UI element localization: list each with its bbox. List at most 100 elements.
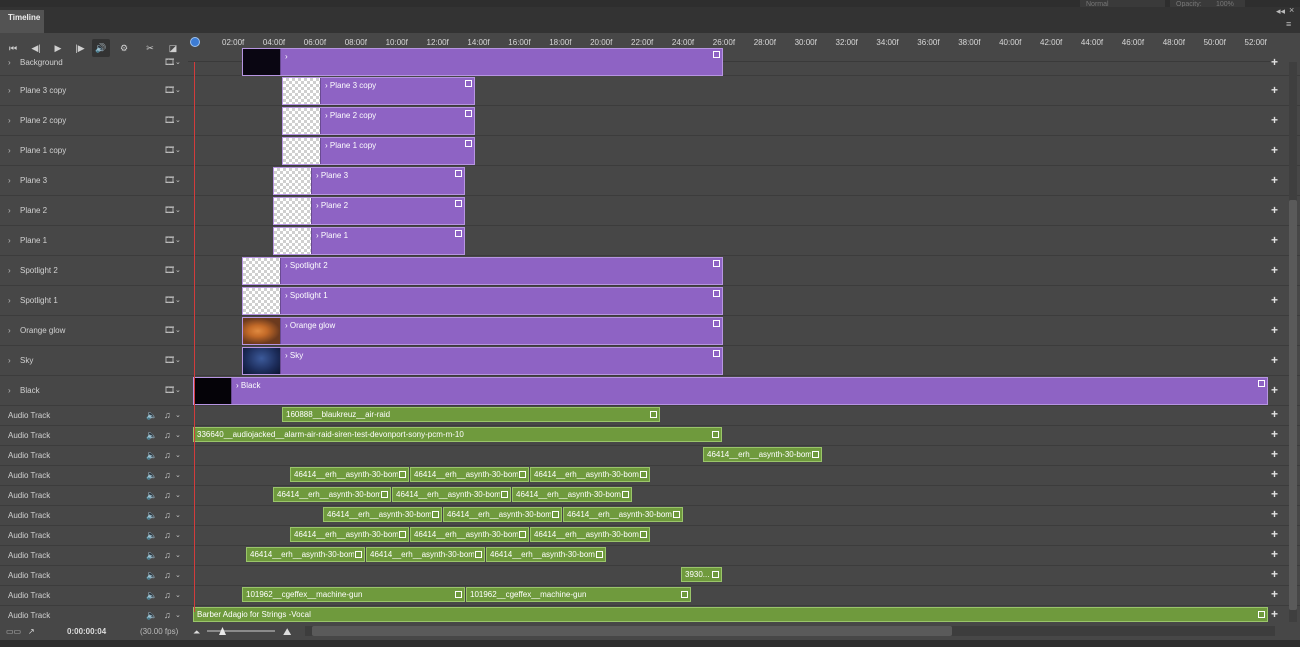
track-name[interactable]: Spotlight 1 — [20, 296, 58, 305]
chevron-down-icon[interactable]: ⌄ — [175, 58, 181, 66]
video-clip[interactable]: › Orange glow — [242, 317, 723, 345]
track-name[interactable]: Sky — [20, 356, 33, 365]
speaker-icon[interactable]: 🔈 — [146, 530, 157, 541]
add-audio-icon[interactable]: + — [1271, 447, 1278, 461]
film-strip-icon[interactable]: 🎞 — [164, 205, 175, 216]
film-strip-icon[interactable]: 🎞 — [164, 385, 175, 396]
chevron-down-icon[interactable]: ⌄ — [175, 206, 181, 214]
audio-clip[interactable]: 46414__erh__asynth-30-bomb — [486, 547, 606, 562]
audio-clip[interactable]: 3930... — [681, 567, 722, 582]
track-name[interactable]: Audio Track — [8, 411, 50, 420]
music-note-icon[interactable]: ♫ — [164, 610, 171, 620]
video-track-row[interactable]: › Plane 1 copy 🎞 ⌄ + — [0, 136, 1300, 166]
add-media-icon[interactable]: + — [1271, 83, 1278, 97]
clip-end-icon[interactable] — [713, 51, 720, 58]
chevron-down-icon[interactable]: ⌄ — [175, 326, 181, 334]
audio-clip[interactable]: 46414__erh__asynth-30-bomb — [366, 547, 485, 562]
expand-chevron-icon[interactable]: › — [8, 386, 11, 395]
video-track-row[interactable]: › Plane 3 🎞 ⌄ + — [0, 166, 1300, 196]
audio-track-row[interactable]: Audio Track 🔈 ♫ ⌄ + — [0, 446, 1300, 466]
audio-clip[interactable]: 46414__erh__asynth-30-bomb — [512, 487, 632, 502]
track-name[interactable]: Plane 3 — [20, 176, 47, 185]
vertical-scroll-thumb[interactable] — [1289, 200, 1297, 610]
chevron-down-icon[interactable]: ⌄ — [175, 296, 181, 304]
audio-track-row[interactable]: Audio Track 🔈 ♫ ⌄ + — [0, 566, 1300, 586]
blend-mode-tab[interactable]: Normal — [1080, 0, 1165, 8]
clip-end-icon[interactable] — [640, 531, 647, 538]
music-note-icon[interactable]: ♫ — [164, 570, 171, 580]
audio-clip[interactable]: 46414__erh__asynth-30-bomb — [246, 547, 365, 562]
play-icon[interactable]: ▶ — [49, 39, 67, 57]
chevron-down-icon[interactable]: ⌄ — [175, 176, 181, 184]
speaker-icon[interactable]: 🔈 — [146, 570, 157, 581]
audio-clip[interactable]: 336640__audiojacked__alarm-air-raid-sire… — [193, 427, 722, 442]
export-icon[interactable]: ↗ — [28, 627, 35, 636]
video-clip[interactable]: › Sky — [242, 347, 723, 375]
timeline-tab[interactable]: Timeline — [0, 10, 44, 33]
speaker-icon[interactable]: 🔈 — [146, 430, 157, 441]
music-note-icon[interactable]: ♫ — [164, 430, 171, 440]
music-note-icon[interactable]: ♫ — [164, 410, 171, 420]
add-media-icon[interactable]: + — [1271, 383, 1278, 397]
track-name[interactable]: Audio Track — [8, 611, 50, 620]
clip-end-icon[interactable] — [640, 471, 647, 478]
expand-chevron-icon[interactable]: › — [8, 326, 11, 335]
chevron-down-icon[interactable]: ⌄ — [175, 411, 181, 419]
speaker-icon[interactable]: 🔈 — [146, 550, 157, 561]
music-note-icon[interactable]: ♫ — [164, 590, 171, 600]
video-track-row[interactable]: › Plane 2 copy 🎞 ⌄ + — [0, 106, 1300, 136]
track-name[interactable]: Audio Track — [8, 491, 50, 500]
chevron-down-icon[interactable]: ⌄ — [175, 431, 181, 439]
track-name[interactable]: Spotlight 2 — [20, 266, 58, 275]
track-name[interactable]: Audio Track — [8, 511, 50, 520]
add-media-icon[interactable]: + — [1271, 113, 1278, 127]
speaker-icon[interactable]: 🔈 — [146, 470, 157, 481]
film-strip-icon[interactable]: 🎞 — [164, 115, 175, 126]
add-audio-icon[interactable]: + — [1271, 527, 1278, 541]
film-strip-icon[interactable]: 🎞 — [164, 235, 175, 246]
clip-end-icon[interactable] — [455, 591, 462, 598]
clip-end-icon[interactable] — [712, 571, 719, 578]
audio-icon[interactable]: 🔊 — [92, 39, 110, 57]
zoom-in-icon[interactable]: ⛰ — [283, 627, 291, 638]
add-media-icon[interactable]: + — [1271, 263, 1278, 277]
audio-clip[interactable]: 46414__erh__asynth-30-bomb — [273, 487, 391, 502]
chevron-down-icon[interactable]: ⌄ — [175, 386, 181, 394]
track-name[interactable]: Plane 2 — [20, 206, 47, 215]
collapse-icon[interactable]: ◂◂ — [1276, 7, 1285, 16]
add-media-icon[interactable]: + — [1271, 143, 1278, 157]
expand-chevron-icon[interactable]: › — [8, 206, 11, 215]
video-clip[interactable]: › Plane 2 copy — [282, 107, 475, 135]
clip-end-icon[interactable] — [713, 320, 720, 327]
video-clip[interactable]: › Plane 1 — [273, 227, 465, 255]
film-strip-icon[interactable]: 🎞 — [164, 355, 175, 366]
clip-end-icon[interactable] — [475, 551, 482, 558]
chevron-down-icon[interactable]: ⌄ — [175, 571, 181, 579]
opacity-value[interactable]: 100% — [1210, 0, 1245, 8]
video-clip[interactable]: › Black — [193, 377, 1268, 405]
clip-end-icon[interactable] — [455, 200, 462, 207]
video-clip[interactable]: › — [242, 48, 723, 76]
speaker-icon[interactable]: 🔈 — [146, 510, 157, 521]
chevron-down-icon[interactable]: ⌄ — [175, 551, 181, 559]
clip-end-icon[interactable] — [713, 350, 720, 357]
music-note-icon[interactable]: ♫ — [164, 450, 171, 460]
clip-end-icon[interactable] — [712, 431, 719, 438]
track-name[interactable]: Audio Track — [8, 551, 50, 560]
add-audio-icon[interactable]: + — [1271, 607, 1278, 621]
chevron-down-icon[interactable]: ⌄ — [175, 356, 181, 364]
music-note-icon[interactable]: ♫ — [164, 470, 171, 480]
audio-clip[interactable]: 46414__erh__asynth-30-bomb — [410, 467, 529, 482]
go-to-first-frame-icon[interactable]: ⏮ — [4, 39, 22, 57]
chevron-down-icon[interactable]: ⌄ — [175, 236, 181, 244]
film-strip-icon[interactable]: 🎞 — [164, 265, 175, 276]
audio-clip[interactable]: 46414__erh__asynth-30-bomb — [410, 527, 529, 542]
film-strip-icon[interactable]: 🎞 — [164, 85, 175, 96]
audio-clip[interactable]: 46414__erh__asynth-30-bomb — [530, 467, 650, 482]
audio-clip[interactable]: 46414__erh__asynth-30-bomb — [290, 467, 409, 482]
add-media-icon[interactable]: + — [1271, 323, 1278, 337]
video-track-row[interactable]: › Plane 2 🎞 ⌄ + — [0, 196, 1300, 226]
add-audio-icon[interactable]: + — [1271, 567, 1278, 581]
expand-chevron-icon[interactable]: › — [8, 146, 11, 155]
clip-end-icon[interactable] — [552, 511, 559, 518]
